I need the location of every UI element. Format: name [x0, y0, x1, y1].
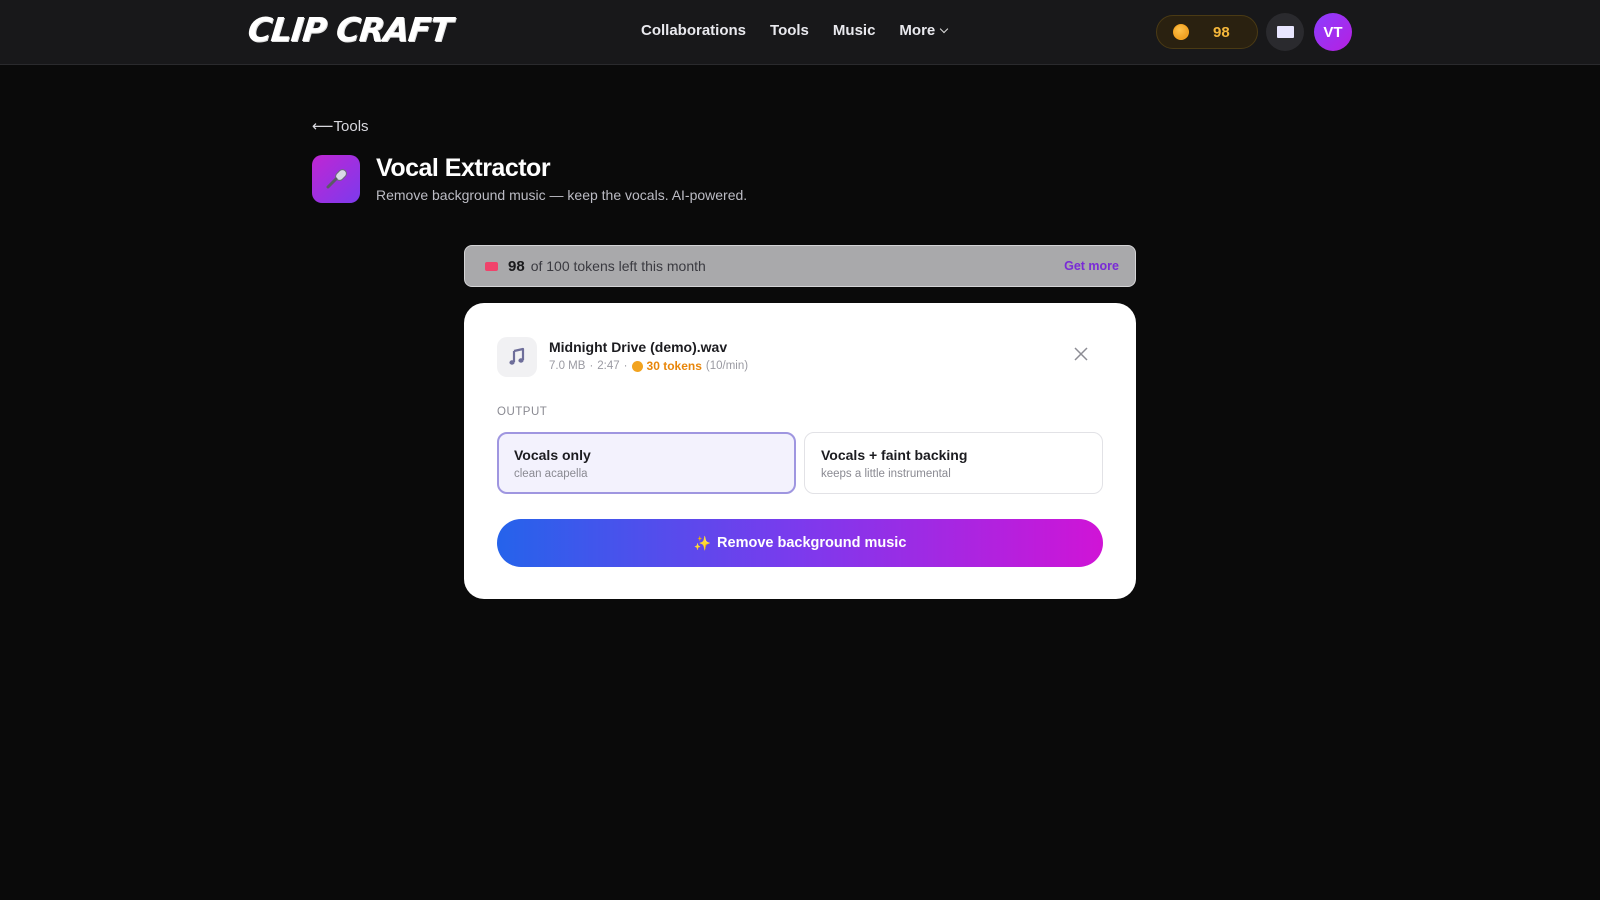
quota-text: of 100 tokens left this month: [530, 258, 706, 274]
music-note-icon: [509, 347, 525, 365]
nav-tools[interactable]: Tools: [770, 22, 809, 39]
microphone-icon: [326, 169, 347, 189]
option-title: Vocals only: [514, 447, 591, 463]
option-subtitle: keeps a little instrumental: [821, 468, 951, 480]
coin-icon: [1173, 24, 1189, 40]
coin-icon: [631, 360, 643, 372]
output-option-vocals-faint-backing[interactable]: Vocals + faint backing keeps a little in…: [804, 432, 1103, 494]
ticket-icon: [485, 261, 498, 271]
separator-dot: ·: [589, 360, 594, 372]
nav-collaborations[interactable]: Collaborations: [641, 22, 746, 39]
extractor-card: Midnight Drive (demo).wav 7.0 MB · 2:47 · …: [464, 303, 1136, 599]
nav-more[interactable]: More: [899, 22, 949, 39]
file-token-rate: (10/min): [705, 360, 749, 372]
file-thumbnail: [497, 337, 537, 377]
messages-button[interactable]: [1266, 13, 1304, 51]
token-quota-banner: 98 of 100 tokens left this month Get mor…: [464, 245, 1136, 287]
file-meta: 7.0 MB · 2:47 · 30 tokens (10/min): [549, 359, 748, 373]
get-more-link[interactable]: Get more: [1064, 259, 1119, 273]
vocal-extractor-tool-icon: [312, 155, 360, 203]
output-section-label: OUTPUT: [497, 406, 548, 418]
token-balance-pill[interactable]: 98: [1156, 15, 1258, 49]
nav-label: Tools: [770, 22, 809, 39]
option-title: Vocals + faint backing: [821, 447, 968, 463]
button-label: Remove background music: [717, 535, 907, 551]
file-name: Midnight Drive (demo).wav: [549, 339, 728, 355]
main-nav: Collaborations Tools Music More: [641, 22, 949, 39]
back-link-label: Tools: [333, 118, 369, 135]
top-navigation-bar: CLIP CRAFT Collaborations Tools Music Mo…: [0, 0, 1600, 65]
nav-music[interactable]: Music: [833, 22, 876, 39]
clip-craft-logo[interactable]: CLIP CRAFT: [246, 10, 454, 49]
nav-label: Music: [832, 22, 876, 39]
quota-remaining: 98: [508, 257, 525, 275]
back-to-tools-link[interactable]: ⟵Tools: [312, 117, 369, 135]
separator-dot: ·: [623, 360, 628, 372]
nav-label: Collaborations: [641, 22, 747, 39]
arrow-left-icon: ⟵: [312, 118, 334, 135]
nav-label: More: [899, 22, 936, 39]
file-token-cost: 30 tokens: [646, 359, 702, 373]
envelope-icon: [1276, 26, 1294, 38]
output-option-vocals-only[interactable]: Vocals only clean acapella: [497, 432, 796, 494]
token-balance-count: 98: [1213, 23, 1230, 41]
remove-background-music-button[interactable]: ✨ Remove background music: [497, 519, 1103, 567]
file-duration: 2:47: [597, 360, 620, 372]
file-size: 7.0 MB: [549, 360, 586, 372]
chevron-down-icon: [940, 24, 949, 34]
page-subtitle: Remove background music — keep the vocal…: [376, 187, 748, 203]
close-icon[interactable]: [1074, 347, 1088, 361]
page-title: Vocal Extractor: [376, 154, 551, 182]
user-avatar[interactable]: VT: [1314, 13, 1352, 51]
sparkle-icon: ✨: [693, 534, 712, 551]
option-subtitle: clean acapella: [514, 468, 588, 480]
